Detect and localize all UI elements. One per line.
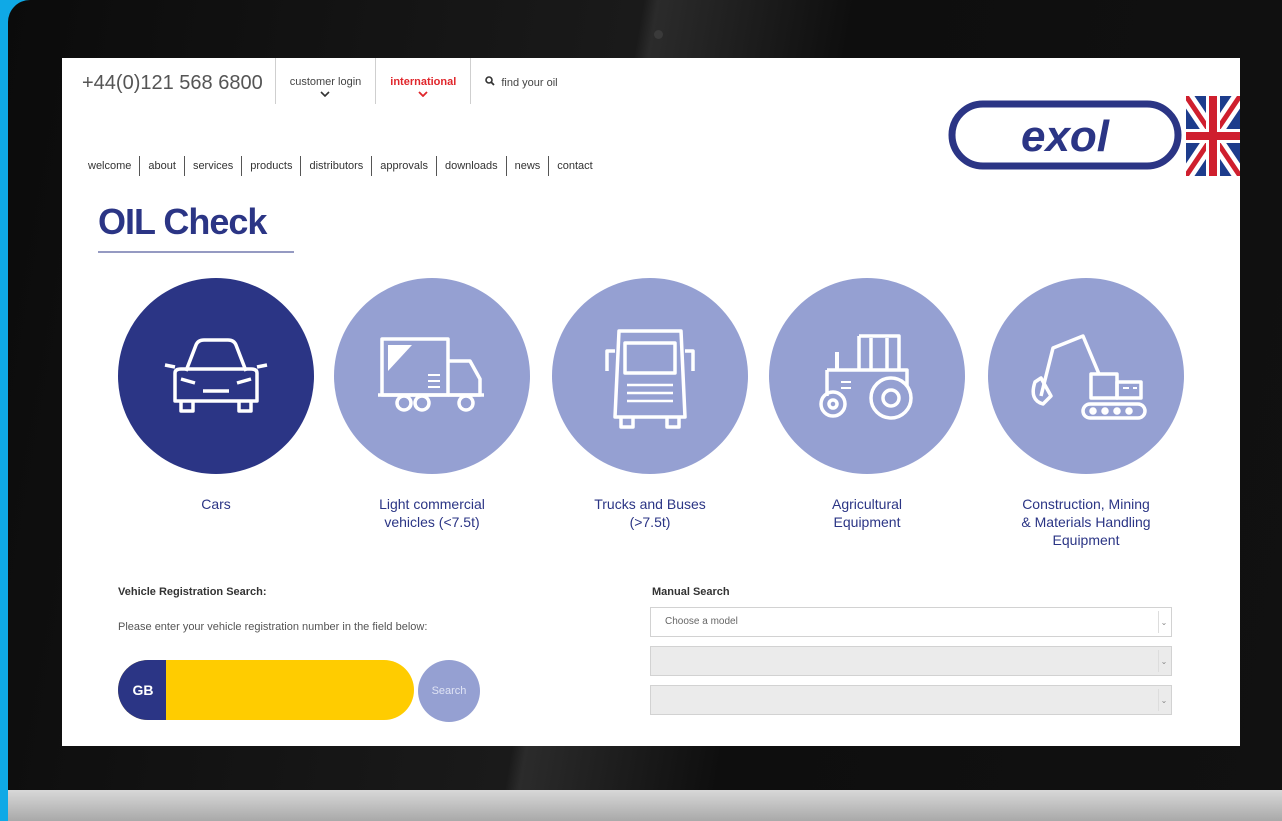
- third-select[interactable]: ⌄: [650, 685, 1172, 715]
- category-circle[interactable]: [552, 278, 748, 474]
- category-label: Trucks and Buses (>7.5t): [594, 496, 706, 530]
- nav-distributors[interactable]: distributors: [301, 156, 373, 176]
- manual-search-title: Manual Search: [652, 586, 730, 598]
- tractor-icon: [819, 334, 913, 420]
- exol-logo[interactable]: exol: [948, 94, 1182, 174]
- nav-downloads[interactable]: downloads: [437, 156, 507, 176]
- registration-plate: GB: [118, 660, 414, 720]
- browser-screen: +44(0)121 568 6800 customer login intern…: [62, 58, 1240, 746]
- model-select[interactable]: Choose a model ⌄: [650, 607, 1172, 637]
- category-cars[interactable]: Cars: [118, 278, 314, 513]
- search-button[interactable]: Search: [418, 660, 480, 722]
- category-label: Cars: [201, 496, 231, 512]
- nav-products[interactable]: products: [242, 156, 302, 176]
- logo-text: exol: [1021, 112, 1110, 161]
- find-your-oil-link[interactable]: find your oil: [471, 58, 571, 104]
- top-bar: +44(0)121 568 6800 customer login intern…: [62, 58, 572, 104]
- nav-welcome[interactable]: welcome: [88, 156, 141, 176]
- nav-services[interactable]: services: [185, 156, 243, 176]
- customer-login-menu[interactable]: customer login: [276, 58, 377, 104]
- nav-about[interactable]: about: [140, 156, 185, 176]
- international-label: international: [390, 76, 457, 88]
- title-underline: [98, 251, 294, 253]
- main-nav: welcome about services products distribu…: [88, 156, 601, 176]
- excavator-icon: [1031, 334, 1147, 420]
- category-trucks-buses[interactable]: Trucks and Buses (>7.5t): [552, 278, 748, 531]
- category-circle[interactable]: [334, 278, 530, 474]
- second-select[interactable]: ⌄: [650, 646, 1172, 676]
- vehicle-registration-title: Vehicle Registration Search:: [118, 586, 267, 598]
- search-icon: [485, 76, 498, 89]
- category-label: Construction, Mining & Materials Handlin…: [1021, 496, 1151, 548]
- phone-number[interactable]: +44(0)121 568 6800: [62, 58, 276, 104]
- category-construction-mining[interactable]: Construction, Mining & Materials Handlin…: [988, 278, 1184, 549]
- chevron-down-icon: [418, 88, 428, 100]
- model-select-value: Choose a model: [665, 616, 738, 627]
- nav-news[interactable]: news: [507, 156, 550, 176]
- customer-login-label: customer login: [289, 76, 362, 88]
- category-label: Light commercial vehicles (<7.5t): [379, 496, 485, 530]
- chevron-down-icon: ⌄: [1158, 689, 1169, 711]
- chevron-down-icon: ⌄: [1158, 650, 1169, 672]
- chevron-down-icon: ⌄: [1158, 611, 1169, 633]
- page-title: OIL Check: [98, 201, 267, 242]
- nav-contact[interactable]: contact: [549, 156, 600, 176]
- country-code-badge: GB: [118, 660, 166, 720]
- car-icon: [164, 338, 268, 413]
- truck-icon: [605, 329, 695, 429]
- category-light-commercial[interactable]: Light commercial vehicles (<7.5t): [334, 278, 530, 531]
- chevron-down-icon: [320, 88, 331, 100]
- category-circle[interactable]: [118, 278, 314, 474]
- find-your-oil-label: find your oil: [501, 77, 558, 89]
- webcam: [654, 30, 663, 39]
- vehicle-registration-instructions: Please enter your vehicle registration n…: [118, 621, 428, 633]
- van-icon: [378, 337, 484, 412]
- international-menu[interactable]: international: [376, 58, 472, 104]
- category-agricultural[interactable]: Agricultural Equipment: [769, 278, 965, 531]
- laptop-base: [8, 790, 1282, 821]
- category-circle[interactable]: [988, 278, 1184, 474]
- category-label: Agricultural Equipment: [831, 496, 903, 530]
- category-circle[interactable]: [769, 278, 965, 474]
- registration-input[interactable]: [166, 660, 414, 720]
- nav-approvals[interactable]: approvals: [372, 156, 437, 176]
- uk-flag-icon: [1186, 96, 1240, 176]
